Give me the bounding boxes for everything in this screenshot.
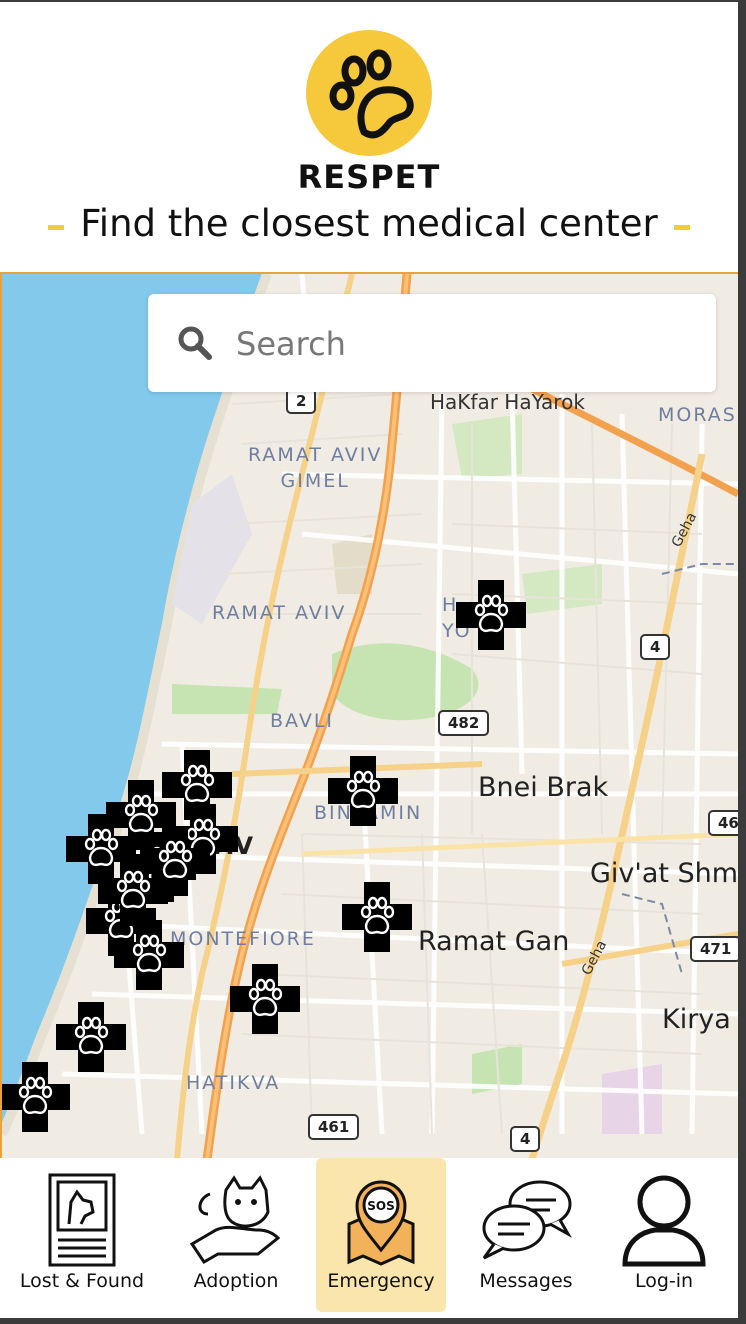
messages-icon	[482, 1180, 572, 1260]
brand-name: RESPET	[297, 158, 441, 196]
place-ramat-aviv-gimel: RAMAT AVIV GIMEL	[248, 444, 383, 492]
road-shield: 461	[308, 1114, 360, 1140]
paw-logo-icon	[329, 49, 414, 139]
paw-cross-icon	[98, 856, 168, 926]
lost-found-icon	[48, 1173, 116, 1267]
place-montefiore: MONTEFIORE	[170, 928, 316, 950]
road-shield: 4	[640, 634, 671, 660]
bottom-nav: Lost & Found Adoption SOS Emergency Mess…	[0, 1158, 738, 1318]
paw-cross-icon	[342, 882, 412, 952]
paw-cross-icon	[328, 756, 398, 826]
search-icon	[178, 326, 212, 360]
search-input[interactable]	[234, 318, 678, 370]
place-ramat-aviv: RAMAT AVIV	[212, 602, 347, 624]
place-ramat-gan: Ramat Gan	[418, 926, 570, 957]
paw-cross-icon	[114, 920, 184, 990]
adoption-icon	[189, 1175, 281, 1264]
nav-messages[interactable]: Messages	[458, 1158, 594, 1312]
app-screen: RESPET Find the closest medical center H…	[0, 2, 738, 1318]
place-bnei-brak: Bnei Brak	[478, 772, 609, 803]
road-shield: 46	[708, 810, 738, 836]
place-moras: MORAS	[658, 404, 737, 426]
vet-marker[interactable]	[2, 1062, 70, 1132]
nav-login[interactable]: Log-in	[604, 1158, 724, 1312]
nav-label: Adoption	[193, 1270, 279, 1292]
nav-adoption[interactable]: Adoption	[166, 1158, 306, 1312]
nav-label: Lost & Found	[19, 1270, 145, 1292]
road-shield: 4	[510, 1126, 541, 1152]
nav-emergency[interactable]: SOS Emergency	[316, 1158, 446, 1312]
vet-marker[interactable]	[114, 920, 184, 990]
nav-label: Emergency	[327, 1270, 435, 1292]
search-bar[interactable]	[148, 294, 716, 392]
map-view[interactable]: HaKfar HaYarok MORAS RAMAT AVIV GIMEL RA…	[0, 272, 738, 1160]
vet-marker[interactable]	[342, 882, 412, 952]
road-shield: 471	[690, 936, 738, 962]
svg-text:SOS: SOS	[367, 1199, 395, 1213]
paw-cross-icon	[456, 580, 526, 650]
place-kiryat: Kirya	[662, 1004, 731, 1035]
title-dash-left	[48, 225, 65, 230]
emergency-sos-icon: SOS	[347, 1180, 415, 1266]
respet-logo	[306, 30, 432, 156]
place-bavli: BAVLI	[270, 710, 335, 732]
place-givat-shmuel: Giv'at Shm	[590, 858, 738, 889]
title-dash-right	[673, 225, 690, 230]
place-hatikva: HATIKVA	[186, 1072, 281, 1094]
vet-marker[interactable]	[98, 856, 168, 926]
vet-marker[interactable]	[230, 964, 300, 1034]
place-hakfar-hayarok: HaKfar HaYarok	[430, 390, 585, 414]
paw-cross-icon	[230, 964, 300, 1034]
nav-lost-found[interactable]: Lost & Found	[12, 1158, 152, 1312]
paw-cross-icon	[2, 1062, 70, 1132]
nav-label: Log-in	[634, 1270, 694, 1292]
vet-marker[interactable]	[328, 756, 398, 826]
road-shield: 482	[438, 710, 490, 736]
page-title-text: Find the closest medical center	[80, 202, 658, 245]
page-title: Find the closest medical center	[0, 202, 738, 245]
vet-marker[interactable]	[456, 580, 526, 650]
user-icon	[622, 1175, 706, 1267]
nav-label: Messages	[479, 1270, 573, 1292]
